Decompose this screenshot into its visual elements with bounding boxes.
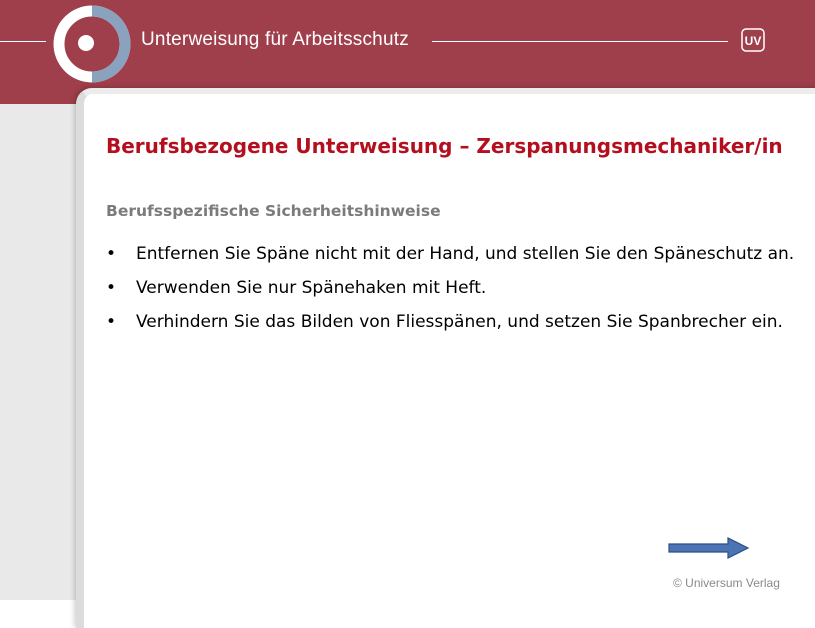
bullet-item-2: • Verwenden Sie nur Spänehaken mit Heft.	[106, 276, 806, 301]
header-title: Unterweisung für Arbeitsschutz	[141, 29, 409, 50]
bullet-marker: •	[106, 244, 117, 264]
copyright-text: © Universum Verlag	[673, 576, 780, 590]
slide-subtitle: Berufsspezifische Sicherheitshinweise	[106, 202, 441, 220]
uv-badge-text: UV	[745, 34, 762, 48]
header-line-left	[0, 41, 46, 42]
left-panel	[0, 104, 76, 600]
bullet-list: • Entfernen Sie Späne nicht mit der Hand,…	[106, 242, 806, 344]
slide-title: Berufsbezogene Unterweisung – Zerspanung…	[106, 134, 783, 158]
logo-ring-icon	[53, 5, 131, 83]
arrow-right-icon	[668, 537, 750, 559]
bullet-marker: •	[106, 312, 117, 332]
bullet-item-1: • Entfernen Sie Späne nicht mit der Hand,…	[106, 242, 806, 267]
header-line-right	[432, 41, 728, 42]
next-arrow-button[interactable]	[668, 536, 750, 560]
bullet-text: Verwenden Sie nur Spänehaken mit Heft.	[136, 278, 487, 298]
bullet-item-3: • Verhindern Sie das Bilden von Fliesspän…	[106, 310, 806, 335]
bullet-marker: •	[106, 278, 117, 298]
bullet-text: Verhindern Sie das Bilden von Fliesspäne…	[136, 312, 783, 332]
uv-badge-icon: UV	[741, 28, 765, 52]
bullet-text: Entfernen Sie Späne nicht mit der Hand, …	[136, 244, 795, 264]
